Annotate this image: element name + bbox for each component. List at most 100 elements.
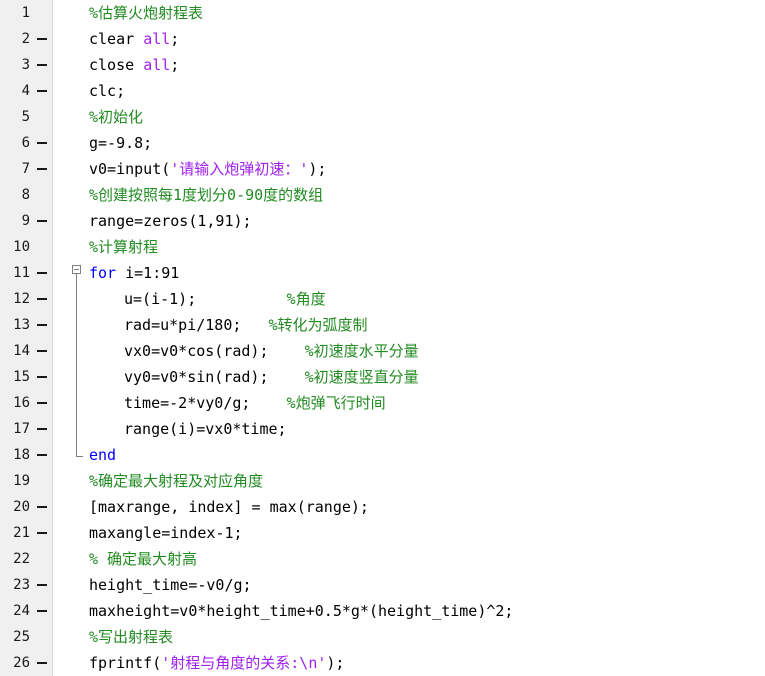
code-line[interactable]: 9 range=zeros(1,91); — [0, 208, 765, 234]
breakpoint-dash-icon[interactable] — [37, 324, 47, 326]
line-number: 24 — [13, 603, 30, 619]
code-line[interactable]: 4 clc; — [0, 78, 765, 104]
line-number: 26 — [13, 655, 30, 671]
line-number: 25 — [13, 629, 30, 645]
code-line[interactable]: 11 for i=1:91 — [0, 260, 765, 286]
code-area[interactable]: 1 %估算火炮射程表 2 clear all; 3 close all; 4 clc; 5 %初始… — [0, 0, 765, 676]
breakpoint-dash-icon[interactable] — [37, 428, 47, 430]
code-text: g=-9.8; — [89, 130, 152, 156]
code-line[interactable]: 20 [maxrange, index] = max(range); — [0, 494, 765, 520]
code-text: close all; — [89, 52, 179, 78]
code-token: g=-9.8; — [89, 134, 153, 152]
line-number: 20 — [13, 499, 30, 515]
breakpoint-dash-icon[interactable] — [37, 90, 47, 92]
code-token: height_time=-v0/g; — [89, 576, 252, 594]
code-text: vy0=v0*sin(rad); %初速度竖直分量 — [124, 364, 419, 390]
breakpoint-dash-icon[interactable] — [37, 298, 47, 300]
code-line[interactable]: 23 height_time=-v0/g; — [0, 572, 765, 598]
code-line[interactable]: 10 %计算射程 — [0, 234, 765, 260]
line-number: 19 — [13, 473, 30, 489]
line-number: 13 — [13, 317, 30, 333]
code-line[interactable]: 19 %确定最大射程及对应角度 — [0, 468, 765, 494]
code-line[interactable]: 26 fprintf('射程与角度的关系:\n'); — [0, 650, 765, 676]
comment-token: %角度 — [286, 290, 326, 308]
code-line[interactable]: 13 rad=u*pi/180; %转化为弧度制 — [0, 312, 765, 338]
breakpoint-dash-icon[interactable] — [37, 168, 47, 170]
comment-token: %初速度水平分量 — [304, 342, 419, 360]
line-number: 14 — [13, 343, 30, 359]
fold-collapse-icon[interactable] — [72, 265, 81, 274]
breakpoint-dash-icon[interactable] — [37, 610, 47, 612]
line-number: 22 — [13, 551, 30, 567]
breakpoint-dash-icon[interactable] — [37, 220, 47, 222]
code-token: i=1:91 — [116, 264, 180, 282]
code-line[interactable]: 15 vy0=v0*sin(rad); %初速度竖直分量 — [0, 364, 765, 390]
code-line[interactable]: 22 % 确定最大射高 — [0, 546, 765, 572]
breakpoint-dash-icon[interactable] — [37, 532, 47, 534]
code-line[interactable]: 16 time=-2*vy0/g; %炮弹飞行时间 — [0, 390, 765, 416]
fold-end-marker — [76, 456, 83, 457]
line-number: 18 — [13, 447, 30, 463]
code-text: height_time=-v0/g; — [89, 572, 252, 598]
code-line[interactable]: 25 %写出射程表 — [0, 624, 765, 650]
line-number: 10 — [13, 239, 30, 255]
code-token: rad=u*pi/180; — [124, 316, 269, 334]
code-text: end — [89, 442, 116, 468]
line-number: 16 — [13, 395, 30, 411]
breakpoint-dash-icon[interactable] — [37, 584, 47, 586]
code-line[interactable]: 6 g=-9.8; — [0, 130, 765, 156]
comment-token: %计算射程 — [89, 238, 159, 256]
comment-token: %创建按照每1度划分0-90度的数组 — [89, 186, 324, 204]
code-text: %估算火炮射程表 — [89, 0, 203, 26]
code-token: vx0=v0*cos(rad); — [124, 342, 305, 360]
comment-token: %初始化 — [89, 108, 144, 126]
code-line[interactable]: 14 vx0=v0*cos(rad); %初速度水平分量 — [0, 338, 765, 364]
line-number: 12 — [13, 291, 30, 307]
code-line[interactable]: 5 %初始化 — [0, 104, 765, 130]
breakpoint-dash-icon[interactable] — [37, 454, 47, 456]
code-token: vy0=v0*sin(rad); — [124, 368, 305, 386]
code-text: v0=input('请输入炮弹初速：'); — [89, 156, 326, 182]
line-number: 5 — [21, 109, 30, 125]
code-text: for i=1:91 — [89, 260, 179, 286]
code-line[interactable]: 7 v0=input('请输入炮弹初速：'); — [0, 156, 765, 182]
breakpoint-dash-icon[interactable] — [37, 376, 47, 378]
breakpoint-dash-icon[interactable] — [37, 64, 47, 66]
code-text: time=-2*vy0/g; %炮弹飞行时间 — [124, 390, 386, 416]
code-text: % 确定最大射高 — [89, 546, 197, 572]
code-line[interactable]: 24 maxheight=v0*height_time+0.5*g*(height… — [0, 598, 765, 624]
line-number: 11 — [13, 265, 30, 281]
line-number: 6 — [21, 135, 30, 151]
code-token: maxangle=index-1; — [89, 524, 243, 542]
code-line[interactable]: 8 %创建按照每1度划分0-90度的数组 — [0, 182, 765, 208]
line-number: 15 — [13, 369, 30, 385]
code-line[interactable]: 1 %估算火炮射程表 — [0, 0, 765, 26]
code-line[interactable]: 3 close all; — [0, 52, 765, 78]
breakpoint-dash-icon[interactable] — [37, 402, 47, 404]
breakpoint-dash-icon[interactable] — [37, 662, 47, 664]
code-editor[interactable]: 1 %估算火炮射程表 2 clear all; 3 close all; 4 clc; 5 %初始… — [0, 0, 765, 676]
code-text: %计算射程 — [89, 234, 158, 260]
comment-token: %估算火炮射程表 — [89, 4, 204, 22]
string-token: all — [143, 30, 171, 48]
line-number: 2 — [21, 31, 30, 47]
code-token: clear — [89, 30, 144, 48]
code-token: maxheight=v0*height_time+0.5*g*(height_t… — [89, 602, 514, 620]
code-text: maxangle=index-1; — [89, 520, 243, 546]
comment-token: %确定最大射程及对应角度 — [89, 472, 264, 490]
code-line[interactable]: 21 maxangle=index-1; — [0, 520, 765, 546]
code-token: time=-2*vy0/g; — [124, 394, 287, 412]
line-number: 3 — [21, 57, 30, 73]
breakpoint-dash-icon[interactable] — [37, 272, 47, 274]
breakpoint-dash-icon[interactable] — [37, 142, 47, 144]
code-text: rad=u*pi/180; %转化为弧度制 — [124, 312, 368, 338]
code-text: range=zeros(1,91); — [89, 208, 252, 234]
breakpoint-dash-icon[interactable] — [37, 38, 47, 40]
code-line[interactable]: 12 u=(i-1); %角度 — [0, 286, 765, 312]
breakpoint-dash-icon[interactable] — [37, 506, 47, 508]
code-line[interactable]: 18 end — [0, 442, 765, 468]
code-text: vx0=v0*cos(rad); %初速度水平分量 — [124, 338, 419, 364]
code-line[interactable]: 17 range(i)=vx0*time; — [0, 416, 765, 442]
code-line[interactable]: 2 clear all; — [0, 26, 765, 52]
breakpoint-dash-icon[interactable] — [37, 350, 47, 352]
